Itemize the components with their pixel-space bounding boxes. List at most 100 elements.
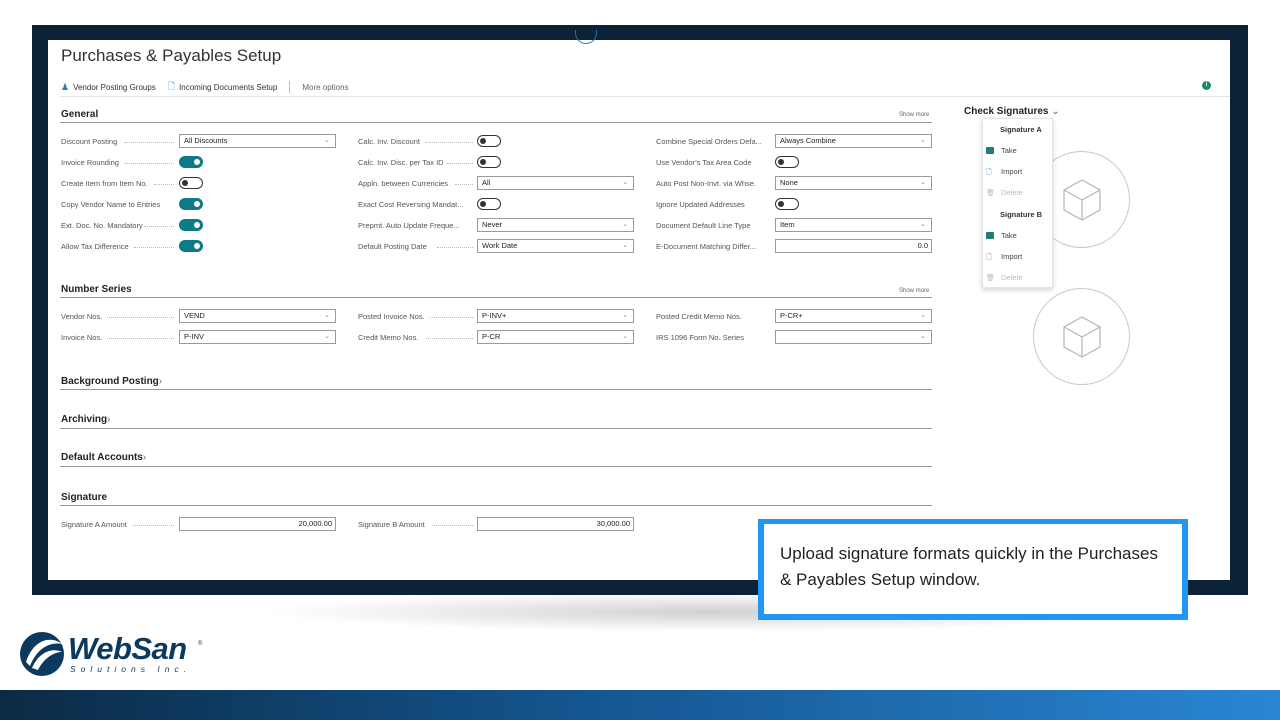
credit-memo-nos-value: P-CR [482, 332, 501, 341]
leader-dots [134, 247, 174, 248]
use-vendor-tax-toggle[interactable] [775, 156, 799, 168]
credit-memo-nos-select[interactable]: P-CR ⌄ [477, 330, 634, 344]
default-accounts-heading[interactable]: Default Accounts› [61, 452, 146, 463]
number-series-show-more[interactable]: Show more [899, 288, 929, 294]
signature-a-import[interactable]: 🗋 Import [986, 167, 1022, 176]
toggle-knob [778, 159, 784, 165]
archiving-divider [60, 428, 932, 429]
page-title: Purchases & Payables Setup [61, 46, 282, 65]
vendor-nos-label: Vendor Nos. [61, 312, 103, 321]
invoice-rounding-label: Invoice Rounding [61, 158, 119, 167]
e-document-input[interactable]: 0.0 [775, 239, 932, 253]
chevron-down-icon: ⌄ [920, 221, 926, 228]
signature-heading[interactable]: Signature [61, 492, 107, 503]
ignore-updated-label: Ignore Updated Addresses [656, 200, 745, 209]
signature-b-delete[interactable]: 🗑 Delete [986, 273, 1023, 282]
action-separator [289, 81, 291, 93]
posted-credit-memo-nos-value: P-CR+ [780, 311, 803, 320]
discount-posting-value: All Discounts [184, 136, 228, 145]
copy-vendor-toggle[interactable] [179, 198, 203, 210]
auto-post-select[interactable]: None ⌄ [775, 176, 932, 190]
chevron-down-icon: ⌄ [920, 312, 926, 319]
vendor-posting-groups-action[interactable]: ♟ Vendor Posting Groups [61, 82, 156, 93]
signature-b-input[interactable]: 30,000.00 [477, 517, 634, 531]
signature-a-take[interactable]: Take [986, 146, 1017, 155]
signature-a-delete[interactable]: 🗑 Delete [986, 188, 1023, 197]
leader-dots [432, 525, 473, 526]
vendor-posting-groups-label: Vendor Posting Groups [73, 82, 156, 92]
camera-icon [986, 232, 994, 239]
calc-inv-disc-toggle[interactable] [477, 135, 501, 147]
combine-special-select[interactable]: Always Combine ⌄ [775, 134, 932, 148]
prepmt-select[interactable]: Never ⌄ [477, 218, 634, 232]
create-item-label: Create Item from Item No. [61, 179, 148, 188]
chevron-down-icon: ⌄ [622, 221, 628, 228]
bottom-banner [0, 690, 1280, 720]
toggle-knob [194, 222, 200, 228]
general-show-more[interactable]: Show more [899, 112, 929, 118]
chevron-down-icon: ⌄ [622, 312, 628, 319]
signature-a-label: Signature A Amount [61, 520, 127, 529]
chevron-right-icon: › [142, 452, 147, 463]
posted-invoice-nos-select[interactable]: P-INV+ ⌄ [477, 309, 634, 323]
incoming-documents-setup-label: Incoming Documents Setup [179, 82, 278, 92]
signature-b-import[interactable]: 🗋 Import [986, 252, 1022, 261]
create-item-toggle[interactable] [179, 177, 203, 189]
chevron-down-icon: ⌄ [324, 137, 330, 144]
auto-post-label: Auto Post Non-Invt. via Whse. [656, 179, 757, 188]
signature-a-input[interactable]: 20,000.00 [179, 517, 336, 531]
appln-currencies-select[interactable]: All ⌄ [477, 176, 634, 190]
signature-b-heading: Signature B [1000, 210, 1043, 219]
background-posting-heading[interactable]: Background Posting› [61, 376, 162, 387]
invoice-rounding-toggle[interactable] [179, 156, 203, 168]
copy-vendor-label: Copy Vendor Name to Entries [61, 200, 161, 209]
chevron-down-icon: ⌄ [324, 312, 330, 319]
ignore-updated-toggle[interactable] [775, 198, 799, 210]
cube-icon [1063, 316, 1101, 358]
action-bar-divider [60, 96, 1230, 97]
doc-default-line-label: Document Default Line Type [656, 221, 751, 230]
leader-dots [124, 142, 174, 143]
callout-text: Upload signature formats quickly in the … [764, 524, 1182, 614]
info-icon[interactable]: i [1202, 81, 1211, 90]
chevron-down-icon: ⌄ [622, 179, 628, 186]
ext-doc-toggle[interactable] [179, 219, 203, 231]
number-series-heading[interactable]: Number Series [61, 284, 132, 295]
more-options-action[interactable]: More options [302, 83, 348, 92]
action-bar: ♟ Vendor Posting Groups 🗋 Incoming Docum… [61, 80, 361, 94]
discount-posting-select[interactable]: All Discounts ⌄ [179, 134, 336, 148]
invoice-nos-select[interactable]: P-INV ⌄ [179, 330, 336, 344]
toggle-knob [480, 159, 486, 165]
check-signatures-title[interactable]: Check Signatures ⌄ [964, 106, 1060, 117]
incoming-documents-setup-action[interactable]: 🗋 Incoming Documents Setup [168, 79, 278, 95]
default-posting-date-label: Default Posting Date [358, 242, 427, 251]
exact-cost-toggle[interactable] [477, 198, 501, 210]
toggle-knob [194, 243, 200, 249]
chevron-down-icon: ⌄ [920, 179, 926, 186]
general-divider [60, 122, 932, 123]
import-label: Import [1001, 252, 1023, 261]
number-series-divider [60, 297, 932, 298]
irs-1096-select[interactable]: ⌄ [775, 330, 932, 344]
doc-default-line-select[interactable]: Item ⌄ [775, 218, 932, 232]
signature-b-take[interactable]: Take [986, 231, 1017, 240]
check-signatures-label: Check Signatures [964, 106, 1049, 117]
leader-dots [107, 317, 174, 318]
posted-credit-memo-nos-select[interactable]: P-CR+ ⌄ [775, 309, 932, 323]
vendor-nos-select[interactable]: VEND ⌄ [179, 309, 336, 323]
leader-dots [447, 163, 473, 164]
general-heading[interactable]: General [61, 109, 98, 120]
allow-tax-toggle[interactable] [179, 240, 203, 252]
default-posting-date-select[interactable]: Work Date ⌄ [477, 239, 634, 253]
cube-icon [1063, 179, 1101, 221]
vendor-nos-value: VEND [184, 311, 205, 320]
toggle-knob [480, 201, 486, 207]
credit-memo-nos-label: Credit Memo Nos. [358, 333, 419, 342]
archiving-heading[interactable]: Archiving› [61, 414, 110, 425]
signature-b-label: Signature B Amount [358, 520, 425, 529]
e-document-label: E-Document Matching Differ... [656, 242, 756, 251]
signature-a-heading: Signature A [1000, 125, 1042, 134]
import-icon: 🗋 [986, 254, 992, 261]
background-posting-divider [60, 389, 932, 390]
calc-inv-disc-tax-toggle[interactable] [477, 156, 501, 168]
